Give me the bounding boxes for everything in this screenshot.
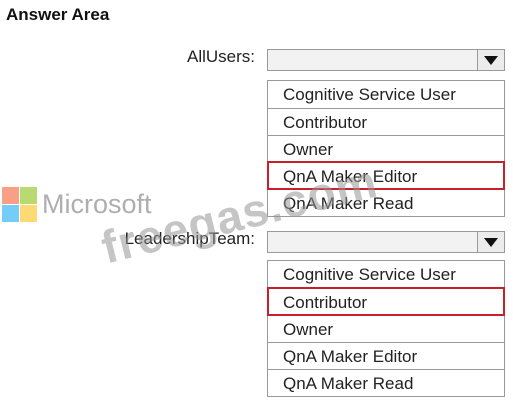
leadership-options-list: Cognitive Service User Contributor Owner… [267, 260, 505, 397]
allusers-option[interactable]: Cognitive Service User [268, 81, 504, 108]
allusers-option-highlighted[interactable]: QnA Maker Editor [267, 161, 505, 190]
page-title: Answer Area [6, 5, 110, 24]
leadership-option[interactable]: QnA Maker Editor [268, 342, 504, 369]
leadership-dropdown[interactable] [267, 231, 505, 253]
logo-square-blue [2, 205, 19, 222]
allusers-options-list: Cognitive Service User Contributor Owner… [267, 80, 505, 217]
allusers-label: AllUsers: [186, 47, 255, 66]
logo-square-yellow [20, 205, 37, 222]
allusers-option[interactable]: Owner [268, 135, 504, 162]
leadership-option-highlighted[interactable]: Contributor [267, 287, 505, 316]
chevron-down-icon [484, 238, 498, 247]
logo-square-green [20, 187, 37, 204]
leadership-option[interactable]: Cognitive Service User [268, 261, 504, 288]
leadership-option[interactable]: QnA Maker Read [268, 369, 504, 396]
allusers-dropdown-toggle[interactable] [477, 50, 504, 70]
leadership-option[interactable]: Owner [268, 315, 504, 342]
logo-square-red [2, 187, 19, 204]
microsoft-logo-text: Microsoft [42, 189, 152, 219]
chevron-down-icon [484, 56, 498, 65]
allusers-dropdown[interactable] [267, 49, 505, 71]
leadership-label: LeadershipTeam: [124, 229, 255, 248]
leadership-dropdown-toggle[interactable] [477, 232, 504, 252]
allusers-option[interactable]: QnA Maker Read [268, 189, 504, 216]
allusers-option[interactable]: Contributor [268, 108, 504, 135]
